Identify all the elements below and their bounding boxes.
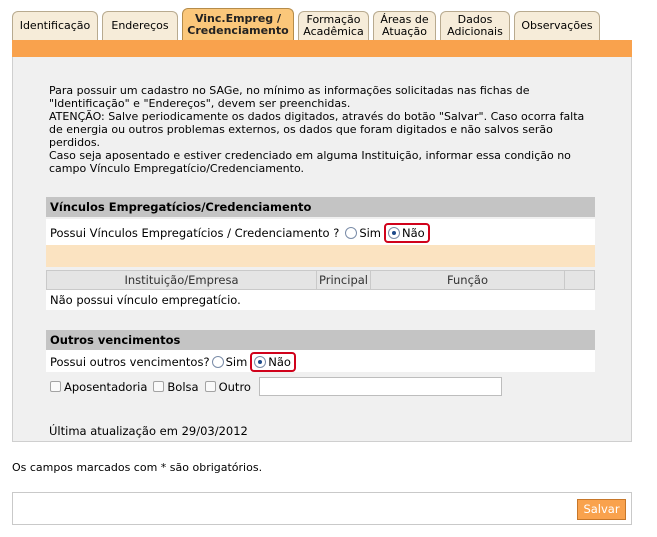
tab-bar: Identificação Endereços Vinc.Empreg / Cr… (12, 8, 632, 40)
intro-line: "Identificação" e "Endereços", devem ser… (49, 97, 351, 110)
table-row: Não possui vínculo empregatício. (46, 290, 595, 310)
vinculos-spacer-row (46, 245, 595, 267)
intro-line: perdidos. (49, 136, 101, 149)
checkbox-box[interactable] (50, 381, 61, 392)
tab-label: Adicionais (447, 25, 503, 38)
tab-areas[interactable]: Áreas de Atuação (373, 11, 436, 40)
tab-underline-bar (12, 40, 632, 57)
checkbox-bolsa[interactable]: Bolsa (153, 379, 199, 394)
vinculos-section-header: Vínculos Empregatícios/Credenciamento (46, 197, 595, 217)
intro-line: Caso seja aposentado e estiver credencia… (49, 149, 571, 162)
intro-line: ATENÇÃO: Salve periodicamente os dados d… (49, 110, 585, 123)
vinculos-nao-option[interactable]: Não (384, 223, 430, 243)
tab-observacoes[interactable]: Observações (514, 11, 600, 40)
checkbox-outro[interactable]: Outro (204, 379, 251, 394)
checkbox-box[interactable] (204, 381, 216, 392)
tab-formacao[interactable]: Formação Acadêmica (298, 11, 369, 40)
checkbox-label: Bolsa (167, 379, 199, 394)
tab-identificacao[interactable]: Identificação (12, 11, 98, 40)
tab-label: Acadêmica (303, 25, 364, 38)
intro-text: Para possuir um cadastro no SAGe, no mín… (49, 84, 609, 175)
intro-line: campo Vínculo Empregatício/Credenciament… (49, 162, 304, 175)
radio-label: Sim (359, 226, 382, 240)
tab-vinc-empreg[interactable]: Vinc.Empreg / Credenciamento (182, 8, 294, 40)
outros-sim-option[interactable]: Sim (211, 355, 248, 369)
radio-label: Sim (225, 355, 248, 369)
outro-text-input[interactable] (258, 377, 502, 396)
radio-label: Não (402, 226, 425, 240)
action-bar: Salvar (12, 492, 632, 525)
save-button[interactable]: Salvar (577, 499, 626, 520)
vinculos-table-header: Instituição/Empresa Principal Função (46, 270, 595, 290)
outros-section-header: Outros vencimentos (46, 330, 595, 350)
checkbox-box[interactable] (153, 381, 165, 392)
checkbox-label: Outro (218, 379, 251, 394)
checkbox-aposentadoria[interactable]: Aposentadoria (50, 380, 147, 394)
checkbox-label: Aposentadoria (64, 379, 148, 394)
vinculos-question-row: Possui Vínculos Empregatícios / Credenci… (46, 219, 595, 245)
column-header: Principal (317, 271, 371, 289)
vinculos-question-label: Possui Vínculos Empregatícios / Credenci… (50, 226, 340, 240)
outros-checkbox-row: Aposentadoria Bolsa Outro (46, 373, 595, 401)
tab-label: Observações (521, 19, 593, 32)
intro-line: de energia ou outros problemas externos,… (49, 123, 553, 136)
column-header: Função (371, 271, 565, 289)
tab-label: Credenciamento (187, 23, 289, 37)
tab-label: Endereços (111, 19, 169, 32)
vinculos-sim-option[interactable]: Sim (345, 226, 381, 240)
tab-label: Atuação (382, 25, 427, 38)
tab-label: Vinc.Empreg / (194, 11, 282, 25)
outros-question-row: Possui outros vencimentos? Sim Não (46, 350, 595, 372)
outros-nao-option[interactable]: Não (250, 352, 296, 372)
radio-sim-vinculos[interactable] (345, 227, 358, 239)
radio-label: Não (268, 355, 291, 369)
radio-sim-outros[interactable] (211, 356, 224, 368)
column-header-empty (565, 271, 594, 289)
tab-dados-adicionais[interactable]: Dados Adicionais (440, 11, 510, 40)
radio-nao-vinculos[interactable] (388, 227, 401, 239)
last-update-text: Última atualização em 29/03/2012 (49, 424, 248, 438)
outros-question-label: Possui outros vencimentos? (50, 355, 210, 369)
required-fields-note: Os campos marcados com * são obrigatório… (12, 461, 263, 474)
tab-label: Identificação (19, 19, 91, 32)
column-header: Instituição/Empresa (47, 271, 317, 289)
radio-nao-outros[interactable] (254, 356, 267, 368)
intro-line: Para possuir um cadastro no SAGe, no mín… (49, 84, 530, 97)
tab-enderecos[interactable]: Endereços (102, 11, 178, 40)
